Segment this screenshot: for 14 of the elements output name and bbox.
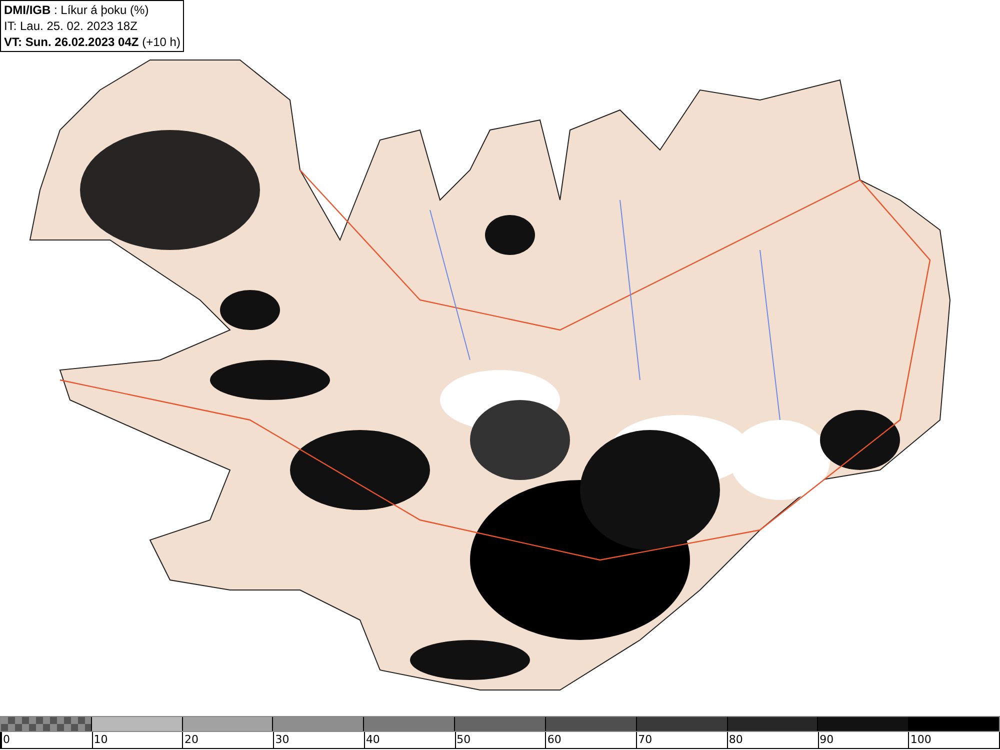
legend-label: 40 [364, 732, 380, 748]
legend-label: 80 [726, 732, 743, 748]
legend-label: 10 [92, 732, 108, 748]
legend-label: 30 [273, 732, 290, 748]
legend-label: 70 [636, 732, 652, 748]
info-line: IT: Lau. 25. 02. 2023 18Z [4, 18, 138, 34]
info-line: VT: Sun. 26.02.2023 04Z (+10 h) [4, 34, 180, 50]
legend-label: 60 [545, 732, 562, 748]
legend-label: 0 [1, 732, 10, 748]
legend-label: 50 [454, 732, 471, 748]
legend-label: 20 [182, 732, 198, 748]
legend-label: 90 [818, 732, 834, 748]
legend-label: 100 [908, 732, 932, 748]
info-line: DMI/IGB : Líkur á þoku (%) [4, 2, 150, 18]
